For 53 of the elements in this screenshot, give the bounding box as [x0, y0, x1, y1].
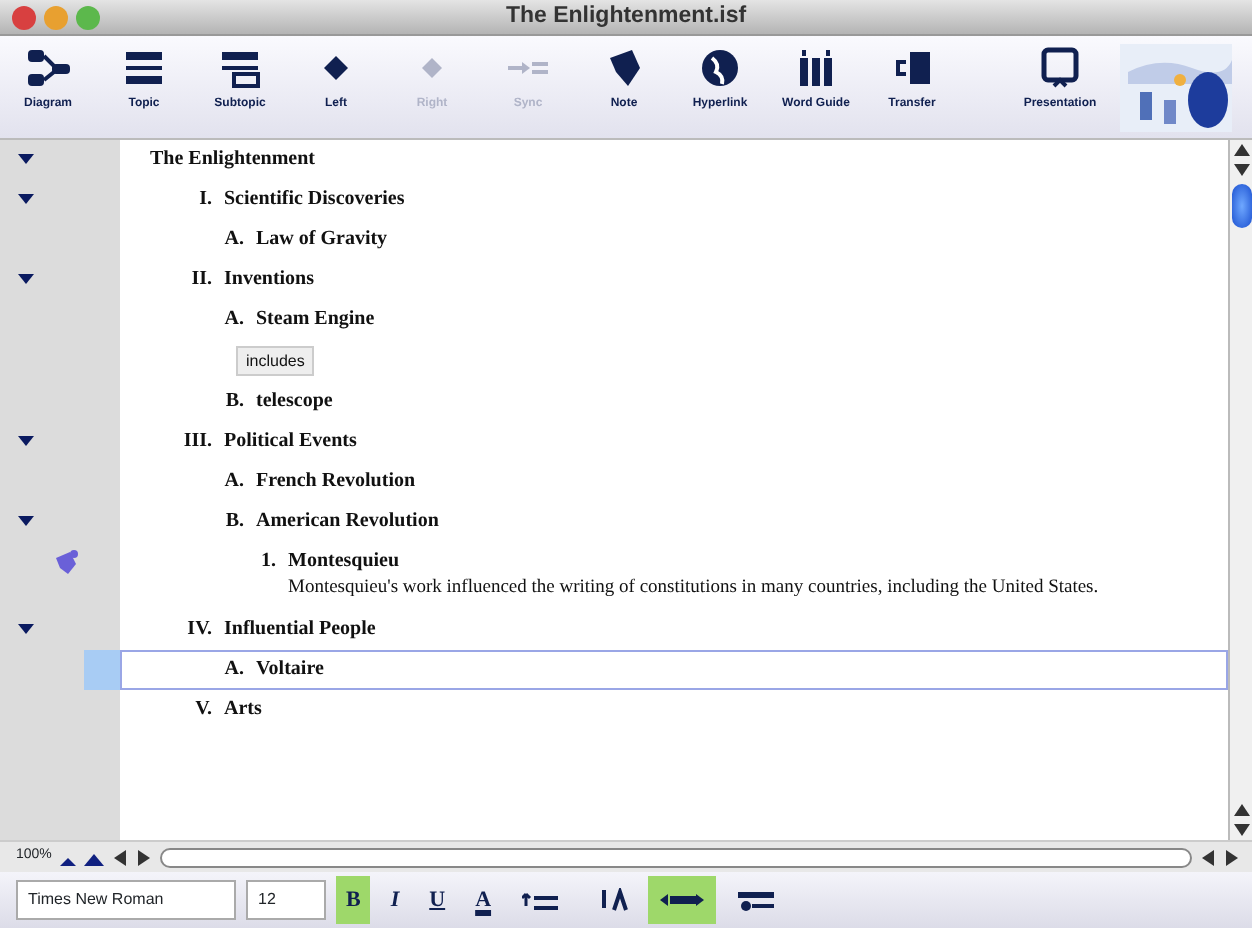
outline-topic: The Enlightenment — [150, 148, 316, 170]
font-dropdown[interactable]: Times New Roman — [16, 880, 236, 920]
outline-number: B. — [223, 388, 244, 414]
style-button[interactable]: B — [336, 876, 371, 924]
outline-number: A. — [222, 656, 244, 682]
outline-number: II. — [189, 266, 212, 292]
outline-topic: Influential People — [224, 618, 376, 640]
outline-topic: Voltaire — [256, 658, 324, 680]
hyperlink-tag[interactable]: includes — [236, 346, 315, 376]
outline-topic: American Revolution — [256, 510, 439, 532]
selection-marker — [84, 650, 120, 690]
scroll-down-arrow[interactable] — [1233, 162, 1249, 178]
globe-icon — [696, 44, 744, 92]
style-button[interactable]: A — [465, 876, 502, 924]
outline-number: III. — [181, 428, 212, 454]
outline-number: I. — [197, 186, 212, 212]
outline-topic: Political Events — [224, 430, 357, 452]
outline-number: A. — [222, 306, 244, 332]
note-text: Montesquieu's work influenced the writing of constitutions in many countries, including the United States. — [288, 576, 1101, 600]
outline-number: 1. — [259, 548, 276, 574]
scroll-left-arrow[interactable] — [1200, 849, 1216, 865]
scroll-right-arrow[interactable] — [1224, 849, 1240, 865]
size-dropdown[interactable]: 12 — [246, 880, 326, 920]
style-button[interactable]: U — [419, 876, 456, 924]
font-size-icon — [599, 888, 628, 912]
outline-topic: Scientific Discoveries — [224, 188, 405, 210]
style-button[interactable]: I — [380, 876, 410, 924]
scroll-down-arrow[interactable] — [1233, 822, 1249, 838]
outline-number: B. — [223, 508, 244, 534]
outline-topic: Law of Gravity — [256, 228, 388, 250]
presentation-icon — [1036, 44, 1084, 92]
outline-topic: Montesquieu — [288, 550, 400, 572]
outline-topic: Steam Engine — [256, 308, 375, 330]
scroll-right-arrow[interactable] — [135, 849, 152, 865]
close-button[interactable] — [12, 5, 36, 29]
outline-number: A. — [222, 468, 244, 494]
window-title: The Enlightenment.isf — [503, 1, 749, 32]
scroll-up-arrow[interactable] — [1233, 142, 1249, 158]
scroll-up-arrow[interactable] — [1233, 802, 1249, 818]
outline-number: V. — [193, 696, 212, 722]
outline-topic: French Revolution — [256, 470, 416, 492]
toolbar-toggle-button[interactable] — [647, 876, 716, 924]
outline-topic: Arts — [224, 698, 262, 720]
outline-number: A. — [222, 226, 244, 252]
scroll-left-arrow[interactable] — [111, 849, 128, 865]
outline-topic: telescope — [256, 390, 333, 412]
sync-icon — [506, 60, 550, 76]
outline-number: IV. — [185, 616, 212, 642]
horizontal-scrollbar[interactable] — [159, 847, 1192, 867]
diagram-icon — [24, 44, 72, 92]
outline-topic: Inventions — [224, 268, 315, 290]
note-icon — [52, 548, 80, 576]
scroll-thumb[interactable] — [1231, 184, 1251, 228]
